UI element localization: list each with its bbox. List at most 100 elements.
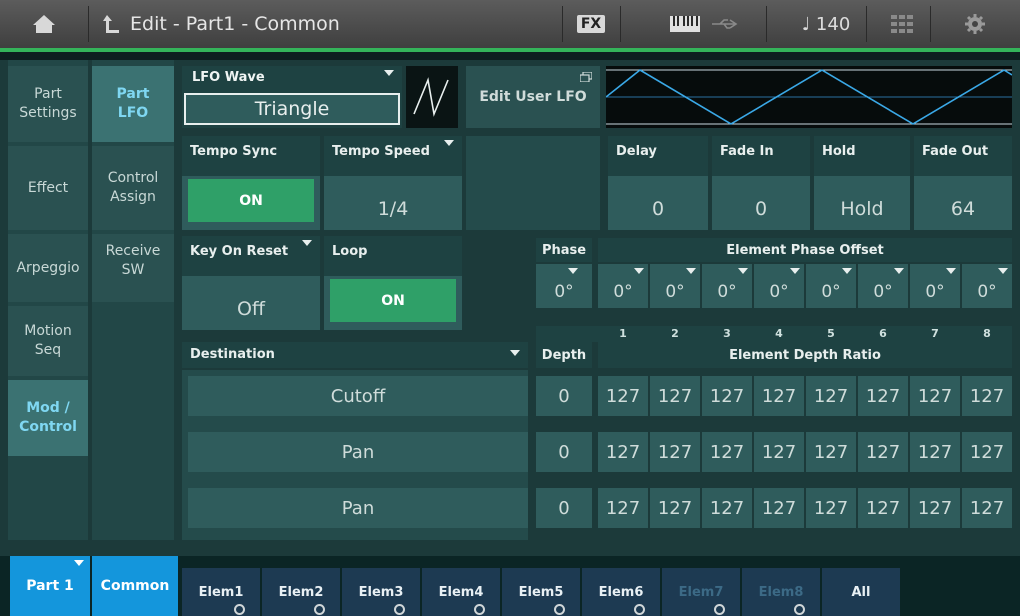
destination-3[interactable]: Pan — [188, 488, 528, 528]
chevron-down-icon — [790, 268, 800, 274]
depth-3[interactable]: 0 — [536, 488, 592, 528]
element-tab-6[interactable]: Elem6 — [582, 568, 660, 616]
delay-param[interactable]: Delay 0 — [608, 136, 708, 230]
fade-out-param[interactable]: Fade Out 64 — [914, 136, 1012, 230]
tab-mod-control[interactable]: Mod / Control — [8, 380, 88, 456]
tab-motion-seq[interactable]: Motion Seq — [8, 306, 88, 376]
element-depth-ratio-3-5[interactable]: 127 — [806, 488, 856, 528]
tempo-speed-value[interactable]: 1/4 — [324, 187, 462, 230]
element-switch-icon[interactable] — [314, 604, 325, 615]
depth-2[interactable]: 0 — [536, 432, 592, 472]
element-switch-icon[interactable] — [234, 604, 245, 615]
destination-2[interactable]: Pan — [188, 432, 528, 472]
element-tab-3[interactable]: Elem3 — [342, 568, 420, 616]
phase-value[interactable]: 0° — [536, 264, 592, 308]
element-phase-offset-3[interactable]: 0° — [702, 264, 752, 308]
fade-out-value[interactable]: 64 — [914, 187, 1012, 230]
fx-indicator[interactable]: FX — [570, 0, 612, 48]
element-tab-1[interactable]: Elem1 — [182, 568, 260, 616]
element-phase-offset-value: 0° — [665, 282, 685, 302]
element-depth-ratio-2-1[interactable]: 127 — [598, 432, 648, 472]
depth-1[interactable]: 0 — [536, 376, 592, 416]
element-depth-ratio-1-8[interactable]: 127 — [962, 376, 1012, 416]
element-depth-ratio-1-4[interactable]: 127 — [754, 376, 804, 416]
element-switch-icon[interactable] — [474, 604, 485, 615]
element-depth-ratio-2-5[interactable]: 127 — [806, 432, 856, 472]
element-depth-ratio-3-2[interactable]: 127 — [650, 488, 700, 528]
element-depth-ratio-2-4[interactable]: 127 — [754, 432, 804, 472]
key-on-reset-param[interactable]: Key On Reset Off — [182, 236, 320, 330]
fade-in-param[interactable]: Fade In 0 — [712, 136, 810, 230]
element-depth-ratio-1-5[interactable]: 127 — [806, 376, 856, 416]
element-depth-ratio-3-3[interactable]: 127 — [702, 488, 752, 528]
tab-part-settings[interactable]: Part Settings — [8, 66, 88, 142]
element-depth-ratio-1-1[interactable]: 127 — [598, 376, 648, 416]
element-tab-9[interactable]: All — [822, 568, 900, 616]
element-tab-2[interactable]: Elem2 — [262, 568, 340, 616]
element-depth-ratio-3-4[interactable]: 127 — [754, 488, 804, 528]
tempo-sync-param[interactable]: Tempo Sync ON — [182, 136, 320, 230]
element-depth-ratio-1-6[interactable]: 127 — [858, 376, 908, 416]
element-depth-ratio-1-7[interactable]: 127 — [910, 376, 960, 416]
element-phase-offset-7[interactable]: 0° — [910, 264, 960, 308]
subtab-control-assign[interactable]: Control Assign — [92, 146, 174, 230]
element-tab-8[interactable]: Elem8 — [742, 568, 820, 616]
element-depth-ratio-3-6[interactable]: 127 — [858, 488, 908, 528]
element-depth-ratio-1-3[interactable]: 127 — [702, 376, 752, 416]
loop-value[interactable]: ON — [330, 279, 456, 322]
element-depth-ratio-2-2[interactable]: 127 — [650, 432, 700, 472]
back-icon[interactable] — [96, 0, 126, 48]
fade-in-value[interactable]: 0 — [712, 187, 810, 230]
tempo-display[interactable]: ♩ 140 — [796, 0, 856, 48]
element-switch-icon[interactable] — [394, 604, 405, 615]
element-switch-icon[interactable] — [554, 604, 565, 615]
grid-icon[interactable] — [880, 0, 924, 48]
element-depth-ratio-2-7[interactable]: 127 — [910, 432, 960, 472]
element-tab-7[interactable]: Elem7 — [662, 568, 740, 616]
element-depth-ratio-2-3[interactable]: 127 — [702, 432, 752, 472]
part-select-button[interactable]: Part 1 — [10, 556, 90, 616]
element-switch-icon[interactable] — [794, 604, 805, 615]
destination-1[interactable]: Cutoff — [188, 376, 528, 416]
element-switch-icon[interactable] — [714, 604, 725, 615]
element-depth-ratio-3-7[interactable]: 127 — [910, 488, 960, 528]
tab-empty — [8, 460, 88, 532]
element-depth-ratio-3-1[interactable]: 127 — [598, 488, 648, 528]
tab-arpeggio[interactable]: Arpeggio — [8, 234, 88, 302]
tempo-speed-param[interactable]: Tempo Speed 1/4 — [324, 136, 462, 230]
element-depth-ratio-2-6[interactable]: 127 — [858, 432, 908, 472]
tempo-sync-value[interactable]: ON — [188, 179, 314, 222]
element-switch-icon[interactable] — [634, 604, 645, 615]
loop-param[interactable]: Loop ON — [324, 236, 462, 330]
element-phase-offset-1[interactable]: 0° — [598, 264, 648, 308]
element-depth-ratio-3-8[interactable]: 127 — [962, 488, 1012, 528]
common-button[interactable]: Common — [92, 556, 178, 616]
element-number-1: 1 — [619, 327, 627, 340]
hold-value[interactable]: Hold — [814, 187, 910, 230]
delay-value[interactable]: 0 — [608, 187, 708, 230]
key-on-reset-value[interactable]: Off — [182, 287, 320, 330]
gear-icon[interactable] — [950, 0, 1000, 48]
element-phase-offset-value: 0° — [769, 282, 789, 302]
edit-user-lfo-label: Edit User LFO — [479, 89, 587, 105]
keyboard-icon[interactable] — [668, 0, 702, 48]
element-phase-offset-2[interactable]: 0° — [650, 264, 700, 308]
element-phase-offset-value: 0° — [613, 282, 633, 302]
element-phase-offset-8[interactable]: 0° — [962, 264, 1012, 308]
element-depth-ratio-2-8[interactable]: 127 — [962, 432, 1012, 472]
home-icon[interactable] — [0, 0, 88, 48]
element-phase-offset-4[interactable]: 0° — [754, 264, 804, 308]
element-tab-5[interactable]: Elem5 — [502, 568, 580, 616]
hold-param[interactable]: Hold Hold — [814, 136, 910, 230]
empty-param-slot — [466, 136, 600, 230]
tab-effect[interactable]: Effect — [8, 146, 88, 230]
edit-user-lfo-button[interactable]: Edit User LFO — [466, 66, 600, 128]
top-bar: Edit - Part1 - Common FX ♩ 140 — [0, 0, 1020, 48]
subtab-part-lfo[interactable]: Part LFO — [92, 66, 174, 142]
element-tab-4[interactable]: Elem4 — [422, 568, 500, 616]
subtab-receive-sw[interactable]: Receive SW — [92, 234, 174, 302]
element-depth-ratio-1-2[interactable]: 127 — [650, 376, 700, 416]
element-phase-offset-5[interactable]: 0° — [806, 264, 856, 308]
element-phase-offset-6[interactable]: 0° — [858, 264, 908, 308]
lfo-wave-value[interactable]: Triangle — [184, 93, 400, 125]
